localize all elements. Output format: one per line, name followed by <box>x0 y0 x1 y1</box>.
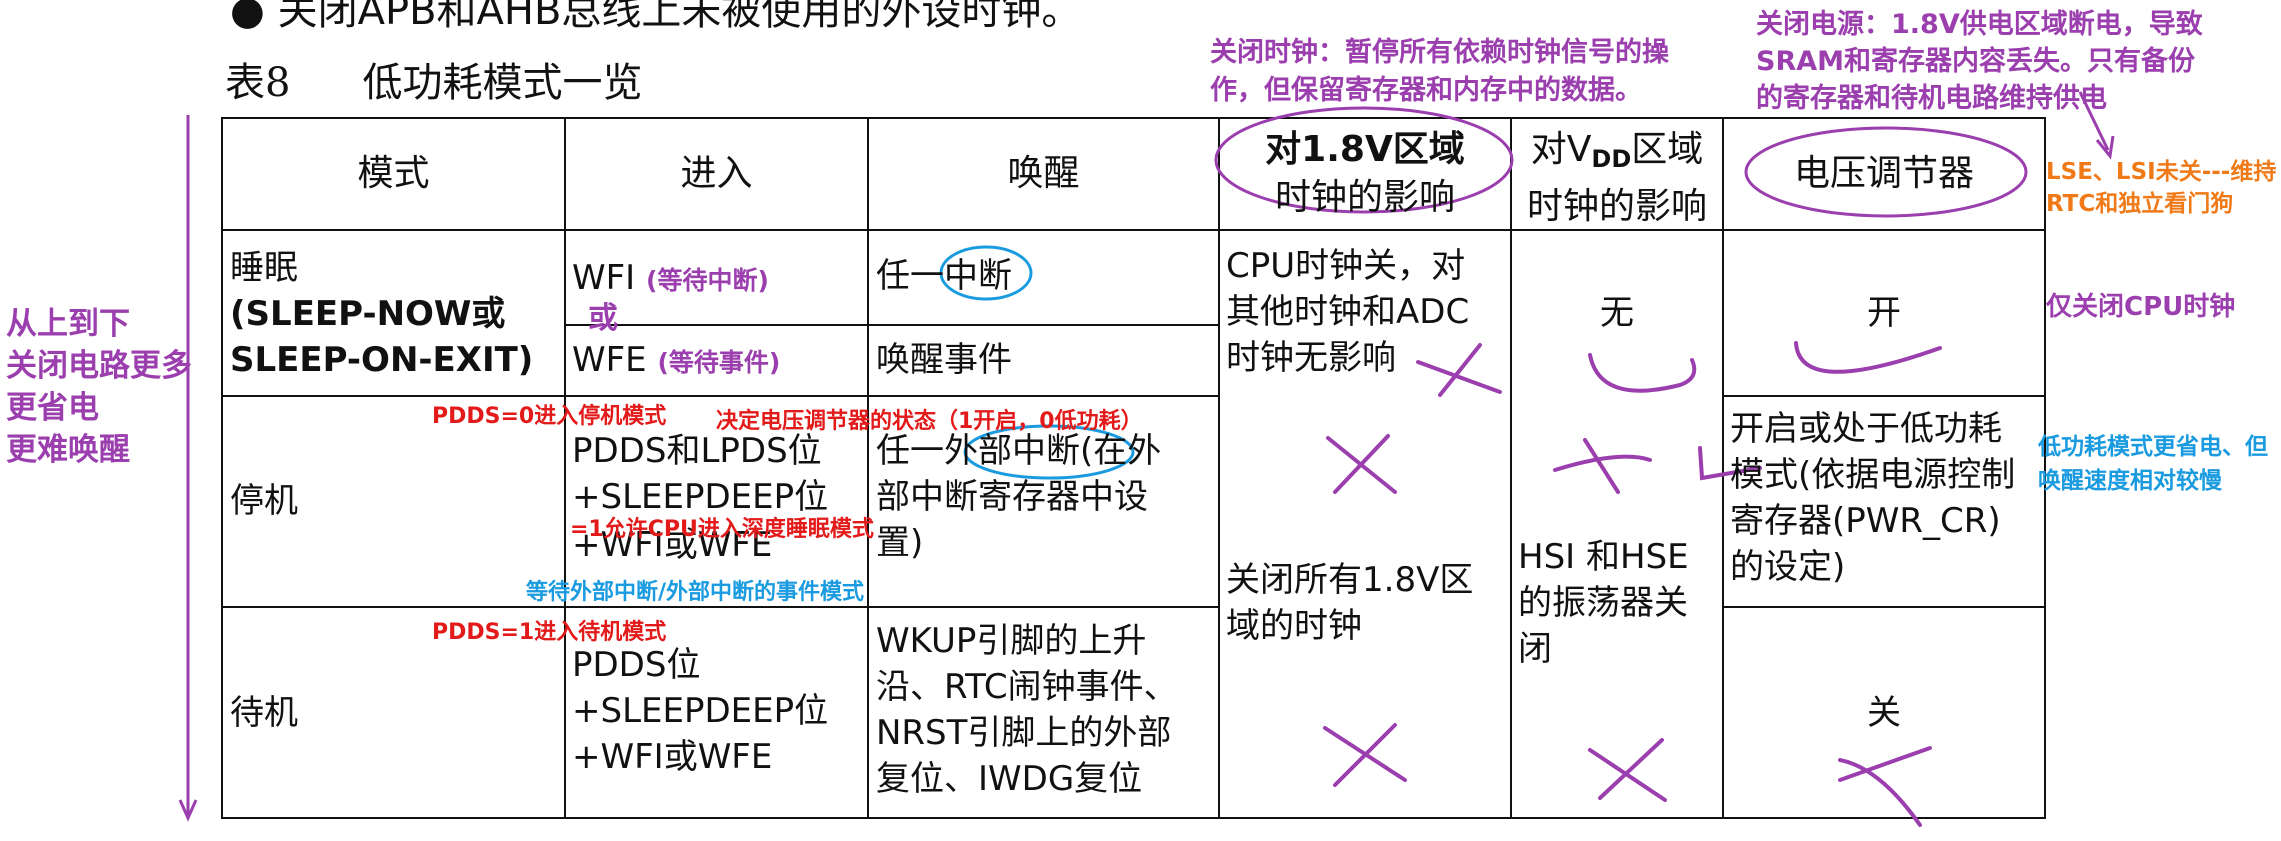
standby-wake-line3: NRST引脚上的外部 <box>876 713 1172 753</box>
sleep-enter-or: 或 <box>588 301 618 336</box>
sleep-enter-wfe: WFE (等待事件) <box>572 337 780 386</box>
note-clock-off: 关闭时钟：暂停所有依赖时钟信号的操 作，但保留寄存器和内存中的数据。 <box>1210 34 1669 110</box>
note-pdds1: PDDS=1进入待机模式 <box>432 620 667 645</box>
note-regulator-state: 决定电压调节器的状态（1开启，0低功耗） <box>716 409 1143 434</box>
sleep-wake-wfe: 唤醒事件 <box>876 340 1012 380</box>
sleep-enter-wfe-note: (等待事件) <box>657 348 781 377</box>
note-lse: LSE、LSI未关---维持 RTC和独立看门狗 <box>2046 156 2276 220</box>
stop-wake-line3: 置) <box>876 523 924 563</box>
stop-wake: 任一外部中断(在外 部中断寄存器中设 置) <box>876 428 1216 566</box>
shared-effect-vdd-line3: 闭 <box>1518 629 1552 669</box>
header-mode: 模式 <box>357 153 430 194</box>
note-low-power-line2: 唤醒速度相对较慢 <box>2038 468 2222 494</box>
standby-enter-line3: +WFI或WFE <box>572 737 773 777</box>
stop-regulator-line1: 开启或处于低功耗 <box>1730 409 2002 449</box>
header-effect-18v-line2: 时钟的影响 <box>1274 177 1455 218</box>
sleep-effect-18v-line2: 其他时钟和ADC <box>1226 292 1470 332</box>
standby-wake-line2: 沿、RTC闹钟事件、 <box>876 667 1178 707</box>
note-left: 从上到下 关闭电路更多 更省电 更难唤醒 <box>6 303 192 471</box>
note-lse-line1: LSE、LSI未关---维持 <box>2046 159 2277 185</box>
note-clock-off-line1: 关闭时钟：暂停所有依赖时钟信号的操 <box>1210 37 1669 68</box>
sleep-effect-vdd: 无 <box>1600 293 1634 333</box>
sleep-mode-line3: SLEEP-ON-EXIT) <box>230 340 534 380</box>
sleep-regulator: 开 <box>1867 293 1901 333</box>
note-sleepdeep: =1允许CPU进入深度睡眠模式 <box>570 517 874 542</box>
standby-mode: 待机 <box>230 693 298 733</box>
note-power-off-line2: SRAM和寄存器内容丢失。只有备份 <box>1756 46 2195 77</box>
note-power-off-line1: 关闭电源：1.8V供电区域断电，导致 <box>1756 9 2203 40</box>
tick-sleep-vdd <box>1588 353 1697 393</box>
tick-sleep-regulator <box>1794 341 1942 374</box>
sleep-wake-wfi: 任一中断 <box>876 256 1012 296</box>
standby-wake-line1: WKUP引脚的上升 <box>876 621 1147 661</box>
header-effect-vdd-line1: 对VDD区域 <box>1511 126 1723 183</box>
note-power-off: 关闭电源：1.8V供电区域断电，导致 SRAM和寄存器内容丢失。只有备份 的寄存… <box>1756 6 2203 117</box>
sleep-enter-wfi-text: WFI <box>572 258 636 298</box>
cross-standby-regulator <box>1838 746 1932 827</box>
standby-wake-line4: 复位、IWDG复位 <box>876 759 1143 799</box>
sleep-effect-18v: CPU时钟关，对 其他时钟和ADC 时钟无影响 <box>1226 243 1469 381</box>
standby-wake: WKUP引脚的上升 沿、RTC闹钟事件、 NRST引脚上的外部 复位、IWDG复… <box>876 618 1178 802</box>
cross-standby-18v <box>1323 723 1407 787</box>
header-vdd-sub: DD <box>1591 145 1632 173</box>
standby-regulator: 关 <box>1867 693 1901 733</box>
shared-effect-vdd: HSI 和HSE 的振荡器关 闭 <box>1518 534 1689 672</box>
stop-regulator: 开启或处于低功耗 模式(依据电源控制 寄存器(PWR_CR) 的设定) <box>1730 406 2015 590</box>
header-vdd-pre: 对V <box>1530 129 1592 170</box>
note-clock-off-line2: 作，但保留寄存器和内存中的数据。 <box>1210 75 1642 106</box>
header-effect-18v-line1: 对1.8V区域 <box>1265 129 1465 170</box>
standby-enter-line1: PDDS位 <box>572 645 701 685</box>
shared-effect-18v: 关闭所有1.8V区 域的时钟 <box>1226 557 1473 649</box>
note-low-power: 低功耗模式更省电、但 唤醒速度相对较慢 <box>2038 430 2268 498</box>
stop-mode: 停机 <box>230 481 298 521</box>
header-regulator: 电压调节器 <box>1793 153 1974 194</box>
standby-enter: PDDS位 +SLEEPDEEP位 +WFI或WFE <box>572 642 828 780</box>
sleep-mode-cell: 睡眠 (SLEEP-NOW或 SLEEP-ON-EXIT) <box>230 245 560 383</box>
sleep-enter-wfi-note: (等待中断) <box>646 266 769 295</box>
standby-enter-line2: +SLEEPDEEP位 <box>572 691 829 731</box>
note-power-off-line3: 的寄存器和待机电路维持供电 <box>1756 83 2107 114</box>
header-wakeup: 唤醒 <box>1007 153 1080 194</box>
shared-effect-18v-line2: 域的时钟 <box>1226 606 1362 646</box>
sleep-enter-wfe-text: WFE <box>572 340 647 380</box>
stop-wake-line2: 部中断寄存器中设 <box>876 477 1148 517</box>
sleep-effect-18v-line1: CPU时钟关，对 <box>1226 246 1466 286</box>
note-ext-event: 等待外部中断/外部中断的事件模式 <box>526 580 865 605</box>
stop-enter: PDDS和LPDS位 +SLEEPDEEP位 +WFI或WFE <box>572 428 828 568</box>
note-low-power-line1: 低功耗模式更省电、但 <box>2038 434 2268 460</box>
note-left-line4: 更难唤醒 <box>6 432 130 468</box>
sleep-mode-line1: 睡眠 <box>230 248 298 288</box>
note-left-line3: 更省电 <box>6 390 99 426</box>
header-vdd-post: 区域 <box>1631 129 1704 170</box>
shared-effect-vdd-line2: 的振荡器关 <box>1518 583 1688 623</box>
stop-regulator-line2: 模式(依据电源控制 <box>1730 455 2016 495</box>
header-effect-vdd-line2: 时钟的影响 <box>1526 186 1707 227</box>
shared-effect-18v-line1: 关闭所有1.8V区 <box>1226 560 1474 600</box>
stop-regulator-line4: 的设定) <box>1730 547 1846 587</box>
note-cpu-only: 仅关闭CPU时钟 <box>2046 292 2236 322</box>
note-pdds0: PDDS=0进入停机模式 <box>432 404 667 429</box>
sleep-effect-18v-line3: 时钟无影响 <box>1226 338 1396 378</box>
note-left-line2: 关闭电路更多 <box>6 348 192 384</box>
cross-standby-vdd <box>1588 738 1667 802</box>
header-effect-18v: 对1.8V区域 时钟的影响 <box>1219 126 1511 222</box>
cross-stop-vdd <box>1553 438 1652 494</box>
shared-effect-vdd-line1: HSI 和HSE <box>1518 537 1689 577</box>
cross-stop-18v <box>1326 434 1397 494</box>
header-effect-vdd: 对VDD区域 时钟的影响 <box>1511 126 1723 231</box>
note-lse-line2: RTC和独立看门狗 <box>2046 191 2234 217</box>
sleep-mode-line2: (SLEEP-NOW或 <box>230 294 506 334</box>
note-left-line1: 从上到下 <box>6 306 130 342</box>
stop-regulator-line3: 寄存器(PWR_CR) <box>1730 501 2001 541</box>
header-enter: 进入 <box>680 153 753 194</box>
